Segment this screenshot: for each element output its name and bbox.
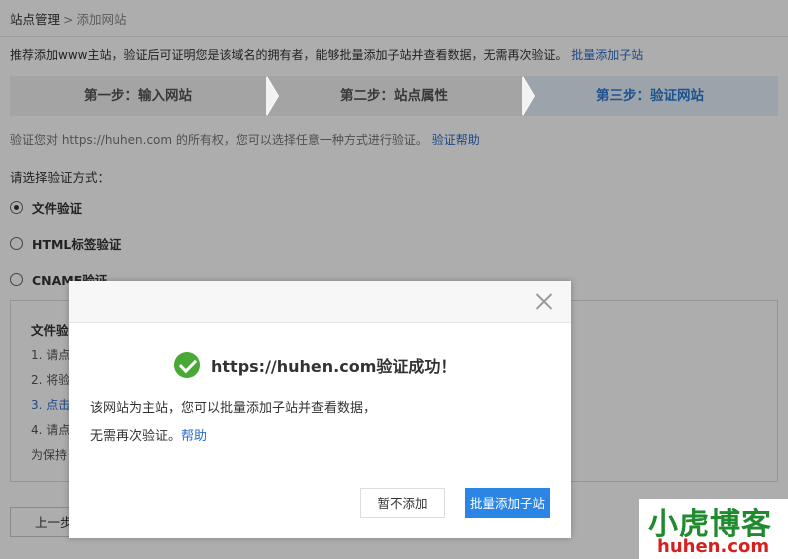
success-text: https://huhen.com验证成功！: [211, 357, 457, 376]
step-1-arrow: [266, 76, 278, 116]
verify-success-dialog: https://huhen.com验证成功！ 该网站为主站，您可以批量添加子站并…: [69, 281, 571, 538]
dialog-message-line-2-text: 无需再次验证。: [90, 429, 182, 444]
check-circle-icon: [174, 352, 200, 378]
dialog-message-line-1: 该网站为主站，您可以批量添加子站并查看数据，: [90, 401, 377, 416]
not-now-button[interactable]: 暂不添加: [360, 488, 445, 518]
batch-add-subsite-button[interactable]: 批量添加子站: [465, 488, 550, 518]
watermark-domain: huhen.com: [657, 536, 770, 557]
close-icon[interactable]: [535, 292, 553, 310]
dialog-help-link[interactable]: 帮助: [181, 429, 207, 444]
dialog-message-line-2: 无需再次验证。帮助: [90, 425, 207, 444]
dialog-header: [69, 281, 571, 323]
step-2-arrow: [522, 76, 534, 116]
watermark-logo: 小虎博客 huhen.com: [639, 499, 788, 559]
success-heading: https://huhen.com验证成功！: [174, 352, 456, 378]
